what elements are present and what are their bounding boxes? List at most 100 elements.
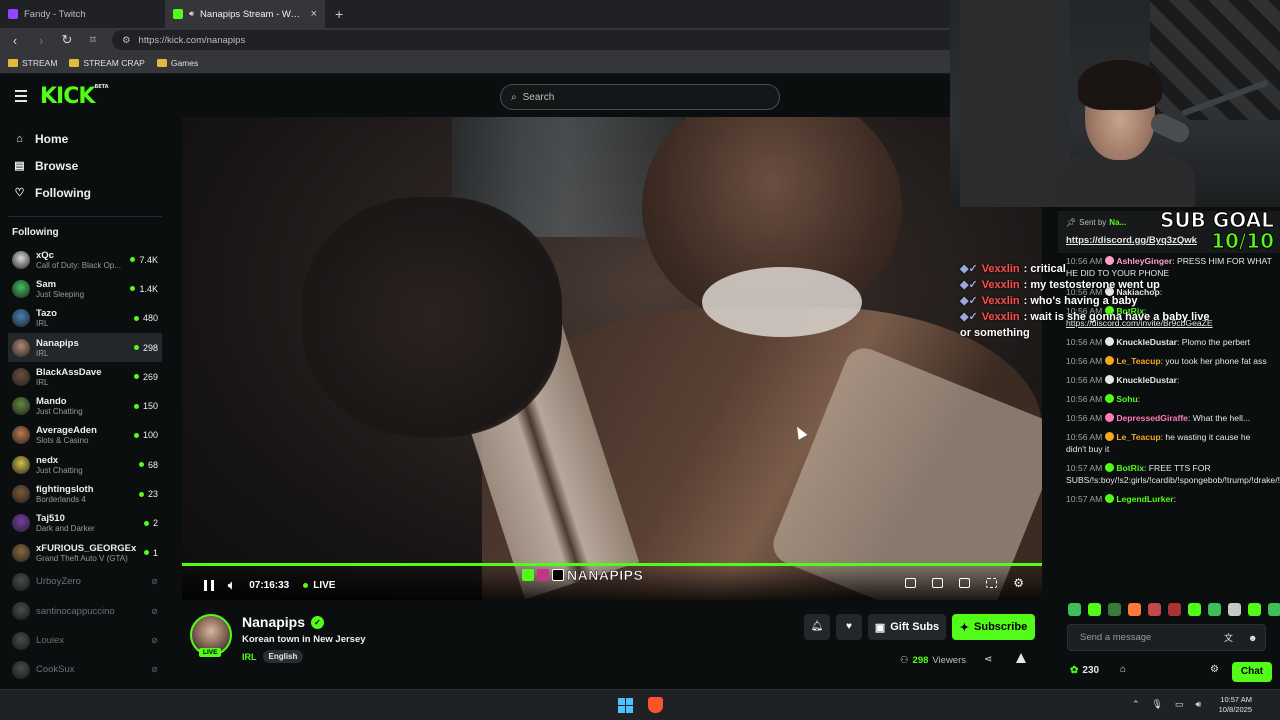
store-icon[interactable]: ⌂ — [1120, 664, 1126, 675]
fullscreen-icon[interactable] — [986, 578, 998, 588]
sidebar-channel-item[interactable]: CookSux ⊘ — [0, 655, 170, 684]
emote-icon[interactable] — [1168, 603, 1181, 616]
microphone-icon[interactable]: 🎙︎ — [1152, 699, 1163, 710]
viewer-number: 480 — [142, 313, 158, 324]
progress-bar[interactable] — [182, 563, 1042, 566]
new-tab-button[interactable]: + — [325, 6, 353, 22]
live-dot — [130, 286, 136, 292]
sidebar-channel-item[interactable]: fightingsloth Borderlands 4 23 — [0, 479, 170, 508]
live-badge: LIVE — [199, 648, 222, 657]
search-input[interactable]: ⌕ Search — [500, 84, 780, 110]
pause-icon[interactable] — [204, 580, 214, 591]
channel-category: IRL — [36, 348, 49, 358]
close-tab-icon[interactable]: × — [311, 8, 317, 20]
emote-icon[interactable] — [1268, 603, 1280, 616]
emote-icon[interactable] — [1228, 603, 1241, 616]
message-username[interactable]: LegendLurker — [1116, 494, 1173, 504]
viewer-number: 1 — [152, 547, 158, 558]
chat-settings-icon[interactable]: ⚙︎ — [1210, 664, 1219, 675]
emote-icon[interactable] — [1188, 603, 1201, 616]
overlay-chat-line: ◆✓ Vexxlin: critical — [960, 261, 1209, 277]
follow-button[interactable]: ♥ — [836, 614, 862, 640]
language-tag[interactable]: English — [262, 650, 304, 663]
kick-logo[interactable]: KICKBETA — [40, 84, 109, 109]
gift-subs-button[interactable]: ▣ Gift Subs — [868, 614, 946, 640]
emote-icon[interactable] — [1088, 603, 1101, 616]
brave-browser-icon[interactable] — [648, 697, 663, 713]
viewer-number: 1.4K — [139, 283, 158, 294]
sidebar-channel-item[interactable]: Tazo IRL 480 — [0, 304, 170, 333]
report-icon[interactable] — [1016, 653, 1026, 663]
viewer-count: 1 — [143, 547, 158, 558]
chevron-up-icon[interactable]: ⌃ — [1132, 699, 1140, 710]
message-username[interactable]: Sohu — [1116, 394, 1137, 404]
chat-send-button[interactable]: Chat — [1232, 662, 1272, 682]
reload-icon[interactable]: ↻ — [60, 32, 74, 48]
volume-icon[interactable]: 🔈︎ — [228, 578, 235, 593]
message-username[interactable]: BotRix — [1116, 463, 1144, 473]
message-username[interactable]: DepressedGiraffe — [1116, 413, 1188, 423]
chat-input[interactable]: Send a message 文 ☻ — [1067, 624, 1266, 651]
bookmark-icon[interactable]: ⌑ — [86, 35, 100, 46]
bookmark-stream-crap[interactable]: STREAM CRAP — [69, 58, 145, 68]
nav-browse[interactable]: ▤ Browse — [0, 152, 170, 179]
avatar — [12, 426, 30, 445]
site-header: KICKBETA ⌕ Search — [0, 76, 950, 117]
translate-icon[interactable]: 文 — [1224, 631, 1233, 644]
site-settings-icon[interactable]: ⚙︎ — [122, 35, 131, 46]
sidebar-channel-item[interactable]: AverageAden Slots & Casino 100 — [0, 421, 170, 450]
sidebar-channel-item[interactable]: xQc Call of Duty: Black Op... 7.4K — [0, 245, 170, 274]
sidebar-channel-item[interactable]: Nanapips IRL 298 — [8, 332, 162, 363]
theater-mode-icon[interactable] — [959, 578, 971, 588]
taskbar-clock[interactable]: 10:57 AM 10/8/2025 — [1212, 695, 1252, 715]
player-controls: NANAPIPS 🔈︎ 07:16:33 LIVE ⚙︎ — [182, 562, 1042, 600]
bookmark-stream[interactable]: STREAM — [8, 58, 57, 68]
bookmark-label: Games — [170, 57, 199, 68]
pip-icon[interactable] — [905, 578, 917, 588]
category-link[interactable]: IRL — [242, 652, 257, 662]
emote-icon[interactable] — [1108, 603, 1121, 616]
message-username[interactable]: KnuckleDustar — [1116, 375, 1177, 385]
emote-icon[interactable] — [1248, 603, 1261, 616]
sidebar-channel-item[interactable]: Taj510 Dark and Darker 2 — [0, 509, 170, 538]
emote-icon[interactable] — [1128, 603, 1141, 616]
emote-icon[interactable] — [1148, 603, 1161, 616]
subscribe-button[interactable]: ✦ Subscribe — [952, 614, 1035, 640]
sidebar-channel-item[interactable]: santinocappuccino ⊘ — [0, 597, 170, 626]
settings-icon[interactable]: ⚙︎ — [1013, 577, 1024, 589]
browser-tab-kick[interactable]: 🔊︎ Nanapips Stream - Watch Live × — [165, 0, 325, 28]
emote-icon[interactable] — [1068, 603, 1081, 616]
sidebar-channel-item[interactable]: xFURIOUS_GEORGEx Grand Theft Auto V (GTA)… — [0, 538, 170, 567]
forward-icon[interactable]: › — [34, 33, 48, 48]
message-username[interactable]: Le_Teacup — [1116, 432, 1160, 442]
sidebar-channel-item[interactable]: nedx Just Chatting 68 — [0, 450, 170, 479]
url-field[interactable]: ⚙︎ https://kick.com/nanapips — [112, 30, 972, 50]
volume-icon[interactable]: 🔊︎ — [1196, 699, 1202, 710]
stream-uptime: 07:16:33 — [249, 580, 290, 591]
user-avatar-icon — [1105, 356, 1115, 365]
emote-icon[interactable] — [1208, 603, 1221, 616]
video-player[interactable] — [182, 117, 1042, 600]
sidebar-channel-item[interactable]: Mando Just Chatting 150 — [0, 391, 170, 420]
sidebar-channel-item[interactable]: BlackAssDave IRL 269 — [0, 362, 170, 391]
nav-label: Home — [35, 131, 69, 146]
bookmark-games[interactable]: Games — [156, 57, 199, 68]
stream-overlay-chat: ◆✓ Vexxlin: critical ◆✓ Vexxlin: my testos… — [960, 261, 1209, 341]
share-icon[interactable]: ⋖ — [984, 654, 992, 665]
channel-points[interactable]: ✿ 230 — [1070, 665, 1099, 676]
network-icon[interactable]: ▭ — [1175, 699, 1184, 710]
nav-following[interactable]: ♡ Following — [0, 179, 170, 206]
menu-icon[interactable] — [15, 90, 27, 105]
browser-tab-twitch[interactable]: Fandy - Twitch — [0, 0, 165, 28]
emoji-icon[interactable]: ☻ — [1248, 633, 1257, 643]
clip-icon[interactable] — [932, 578, 944, 588]
sidebar-channel-item[interactable]: UrboyZero ⊘ — [0, 567, 170, 596]
channel-name[interactable]: Nanapips — [242, 614, 305, 630]
back-icon[interactable]: ‹ — [8, 33, 22, 48]
windows-start-icon[interactable] — [618, 698, 633, 713]
notification-bell-button[interactable]: 🔔︎ — [804, 614, 830, 640]
message-username[interactable]: Le_Teacup — [1116, 356, 1160, 366]
nav-home[interactable]: ⌂ Home — [0, 125, 170, 152]
sidebar-channel-item[interactable]: Louiex ⊘ — [0, 626, 170, 655]
sidebar-channel-item[interactable]: Sam Just Sleeping 1.4K — [0, 274, 170, 303]
